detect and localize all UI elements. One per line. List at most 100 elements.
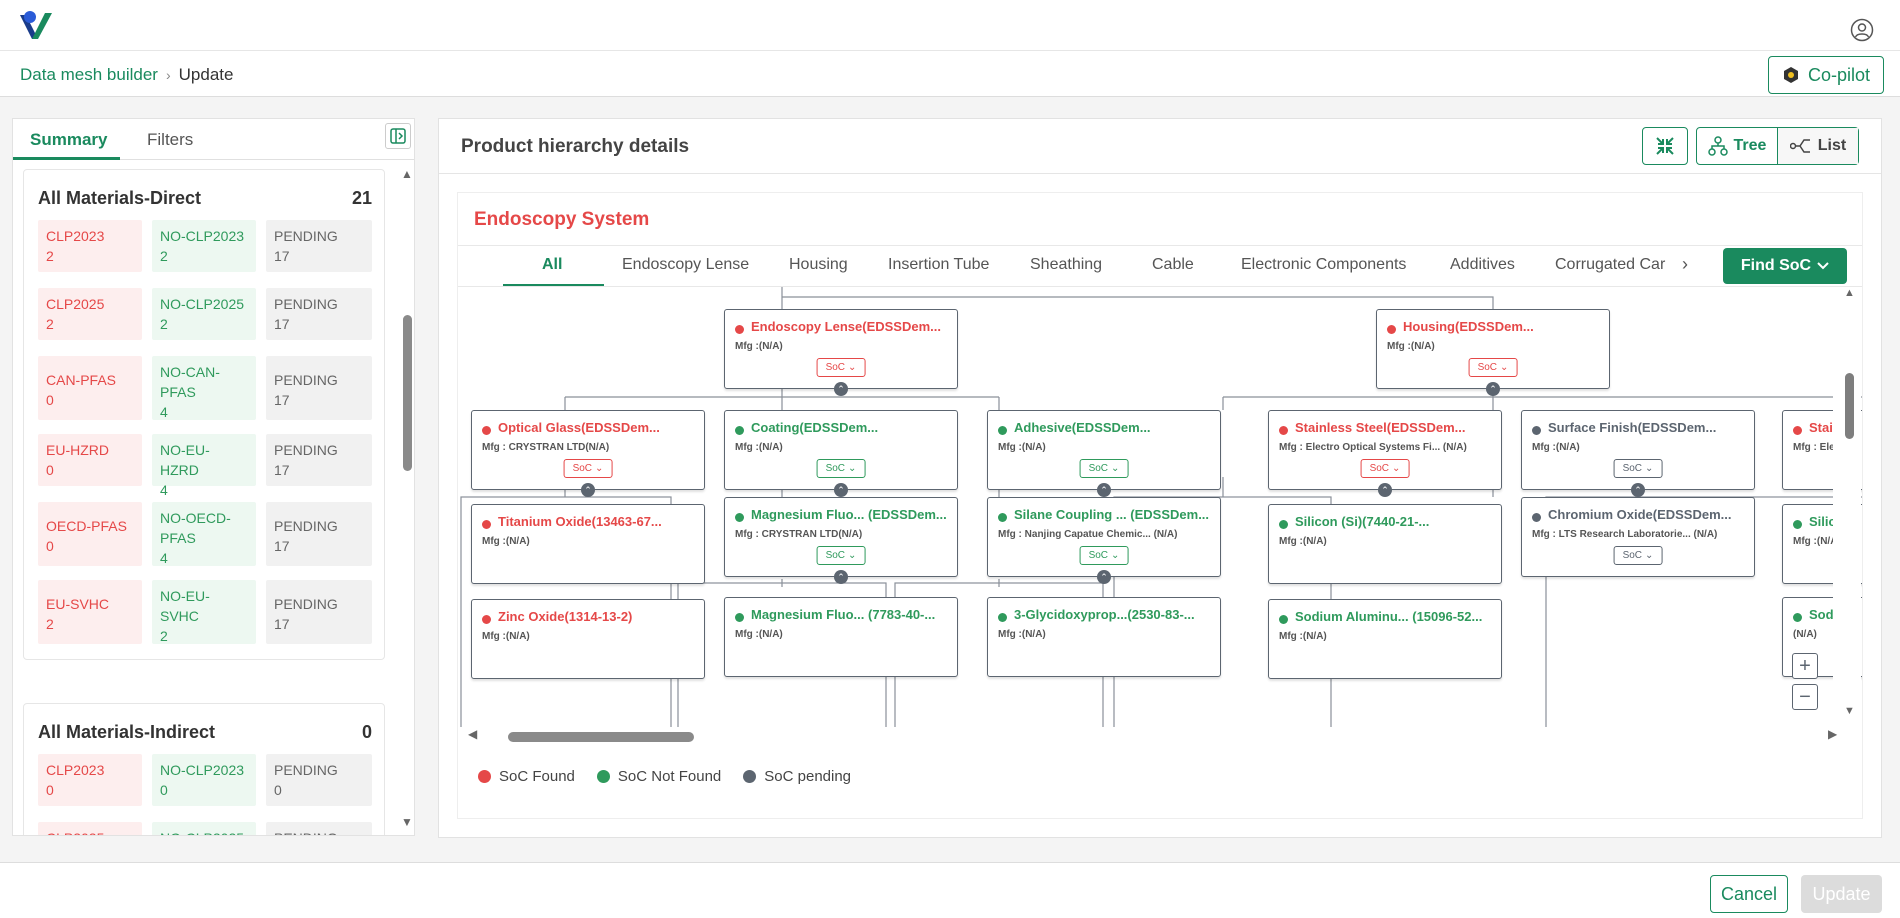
chip-no-eu-hzrd[interactable]: NO-EU-HZRD 4 (152, 434, 256, 498)
chip-pending[interactable]: PENDING 17 (266, 502, 372, 566)
chip-pending[interactable]: PENDING 17 (266, 356, 372, 420)
breadcrumb-data-mesh-builder[interactable]: Data mesh builder (20, 65, 158, 85)
tree-node[interactable]: Endoscopy Lense(EDSSDem... Mfg :(N/A) SoC ⌄… (724, 309, 958, 396)
chip-pending[interactable]: PENDING (266, 822, 372, 835)
collapse-node-icon[interactable]: ⌃ (834, 570, 848, 584)
category-tab-endoscopy-lense[interactable]: Endoscopy Lense (622, 256, 749, 274)
copilot-button[interactable]: Co-pilot (1768, 56, 1884, 94)
chip-no-clp2023[interactable]: NO-CLP2023 2 (152, 220, 256, 272)
collapse-node-icon[interactable]: ⌃ (1097, 570, 1111, 584)
scroll-up-arrow-icon[interactable]: ▲ (1844, 287, 1855, 299)
collapse-node-icon[interactable]: ⌃ (581, 483, 595, 497)
chip-clp2025[interactable]: CLP2025 2 (38, 288, 142, 340)
tree-node[interactable]: Silicon (Si)(7440-21-... Mfg :(N/A) (1268, 504, 1502, 584)
soc-dropdown[interactable]: SoC ⌄ (816, 546, 866, 565)
category-tab-housing[interactable]: Housing (789, 256, 848, 274)
chevron-right-icon[interactable]: › (1682, 254, 1688, 275)
chip-pending[interactable]: PENDING 17 (266, 220, 372, 272)
tree-node[interactable]: Adhesive(EDSSDem... Mfg :(N/A) SoC ⌄ ⌃ (987, 410, 1221, 497)
soc-dropdown[interactable]: SoC ⌄ (1079, 459, 1129, 478)
category-tab-additives[interactable]: Additives (1450, 256, 1515, 274)
tree-node[interactable]: Stainless Steel(EDSSDem... Mfg : Electro … (1268, 410, 1502, 497)
chip-pending[interactable]: PENDING 17 (266, 434, 372, 486)
category-tab-corrugated[interactable]: Corrugated Car (1555, 256, 1665, 274)
soc-dropdown[interactable]: SoC ⌄ (1468, 358, 1518, 377)
soc-dropdown[interactable]: SoC ⌄ (1613, 459, 1663, 478)
tree-node[interactable]: 3-Glycidoxyprop...(2530-83-... Mfg :(N/A) (987, 597, 1221, 677)
copilot-icon (1783, 67, 1798, 83)
soc-dropdown[interactable]: SoC ⌄ (1360, 459, 1410, 478)
chip-no-can-pfas[interactable]: NO-CAN-PFAS 4 (152, 356, 256, 420)
node-mfg: Mfg :(N/A) (735, 341, 783, 352)
tree-node[interactable]: Housing(EDSSDem... Mfg :(N/A) SoC ⌄ ⌃ (1376, 309, 1610, 396)
chip-clp2023[interactable]: CLP2023 0 (38, 754, 142, 806)
scroll-up-arrow-icon[interactable]: ▲ (401, 167, 413, 181)
chip-pending[interactable]: PENDING 17 (266, 580, 372, 644)
chip-no-oecd-pfas[interactable]: NO-OECD-PFAS 4 (152, 502, 256, 566)
collapse-node-icon[interactable]: ⌃ (834, 382, 848, 396)
collapse-node-icon[interactable]: ⌃ (1097, 483, 1111, 497)
soc-dropdown[interactable]: SoC ⌄ (1613, 546, 1663, 565)
category-tab-electronic-components[interactable]: Electronic Components (1241, 256, 1406, 274)
vertical-scrollbar[interactable] (1833, 287, 1861, 727)
scrollbar-thumb[interactable] (403, 315, 412, 471)
chip-clp2023[interactable]: CLP2023 2 (38, 220, 142, 272)
scroll-down-arrow-icon[interactable]: ▼ (401, 815, 413, 829)
tab-summary[interactable]: Summary (30, 130, 107, 150)
chip-oecd-pfas[interactable]: OECD-PFAS 0 (38, 502, 142, 566)
node-mfg: Mfg :(N/A) (1532, 442, 1580, 453)
tree-node[interactable]: Optical Glass(EDSSDem... Mfg : CRYSTRAN L… (471, 410, 705, 497)
tree-node[interactable]: Chromium Oxide(EDSSDem... Mfg : LTS Resea… (1521, 497, 1755, 577)
collapse-panel-icon[interactable] (385, 123, 411, 149)
tree-node[interactable]: Coating(EDSSDem... Mfg :(N/A) SoC ⌄ ⌃ (724, 410, 958, 497)
chip-can-pfas[interactable]: CAN-PFAS 0 (38, 356, 142, 420)
soc-dropdown[interactable]: SoC ⌄ (816, 358, 866, 377)
scrollbar-thumb[interactable] (508, 732, 694, 742)
collapse-node-icon[interactable]: ⌃ (1631, 483, 1645, 497)
soc-dropdown[interactable]: SoC ⌄ (563, 459, 613, 478)
collapse-node-icon[interactable]: ⌃ (1378, 483, 1392, 497)
update-button[interactable]: Update (1801, 875, 1882, 913)
scroll-down-arrow-icon[interactable]: ▼ (1844, 705, 1855, 717)
find-soc-button[interactable]: Find SoC (1723, 248, 1847, 284)
chip-no-clp2025[interactable]: NO-CLP2025 2 (152, 288, 256, 340)
zoom-out-icon[interactable]: − (1792, 684, 1818, 710)
scroll-left-arrow-icon[interactable]: ◀ (468, 727, 477, 741)
soc-dropdown[interactable]: SoC ⌄ (1079, 546, 1129, 565)
tree-node[interactable]: Surface Finish(EDSSDem... Mfg :(N/A) SoC ⌄ ⌃ (1521, 410, 1755, 497)
collapse-node-icon[interactable]: ⌃ (834, 483, 848, 497)
chip-pending[interactable]: PENDING 0 (266, 754, 372, 806)
fit-to-screen-button[interactable] (1642, 127, 1688, 165)
tree-node[interactable]: Zinc Oxide(1314-13-2) Mfg :(N/A) (471, 599, 705, 679)
chip-no-clp2023[interactable]: NO-CLP2023 0 (152, 754, 256, 806)
user-profile-icon[interactable] (1850, 18, 1874, 42)
tree-node[interactable]: Titanium Oxide(13463-67... Mfg :(N/A) (471, 504, 705, 584)
zoom-in-icon[interactable]: + (1792, 653, 1818, 679)
tree-node[interactable]: Magnesium Fluo... (7783-40-... Mfg :(N/A) (724, 597, 958, 677)
app-logo-icon[interactable] (18, 9, 58, 43)
chip-clp2025[interactable]: CLP2025 (38, 822, 142, 835)
category-tab-cable[interactable]: Cable (1152, 256, 1194, 274)
tab-filters[interactable]: Filters (147, 130, 193, 150)
chip-eu-svhc[interactable]: EU-SVHC 2 (38, 580, 142, 644)
chip-no-eu-svhc[interactable]: NO-EU-SVHC 2 (152, 580, 256, 644)
tree-node[interactable]: Silane Coupling ... (EDSSDem... Mfg : Nan… (987, 497, 1221, 584)
category-tab-sheathing[interactable]: Sheathing (1030, 256, 1102, 274)
scrollbar-thumb[interactable] (1845, 373, 1854, 439)
horizontal-scrollbar[interactable]: ◀ ▶ (458, 727, 1862, 747)
collapse-node-icon[interactable]: ⌃ (1486, 382, 1500, 396)
soc-dropdown[interactable]: SoC ⌄ (816, 459, 866, 478)
list-view-button[interactable]: List (1778, 128, 1858, 164)
category-tab-all[interactable]: All (542, 256, 562, 274)
tree-view-button[interactable]: Tree (1697, 128, 1778, 164)
tree-node[interactable]: Sodium Aluminu... (15096-52... Mfg :(N/A) (1268, 599, 1502, 679)
tree-viewport[interactable]: Endoscopy Lense(EDSSDem... Mfg :(N/A) SoC ⌄… (458, 287, 1862, 747)
cancel-button[interactable]: Cancel (1710, 875, 1788, 913)
chip-no-clp2025[interactable]: NO-CLP2025 (152, 822, 256, 835)
tree-node[interactable]: Magnesium Fluo... (EDSSDem... Mfg : CRYST… (724, 497, 958, 584)
category-tab-insertion-tube[interactable]: Insertion Tube (888, 256, 989, 274)
status-dot (1793, 520, 1802, 529)
scroll-right-arrow-icon[interactable]: ▶ (1828, 727, 1837, 741)
chip-eu-hzrd[interactable]: EU-HZRD 0 (38, 434, 142, 486)
chip-pending[interactable]: PENDING 17 (266, 288, 372, 340)
